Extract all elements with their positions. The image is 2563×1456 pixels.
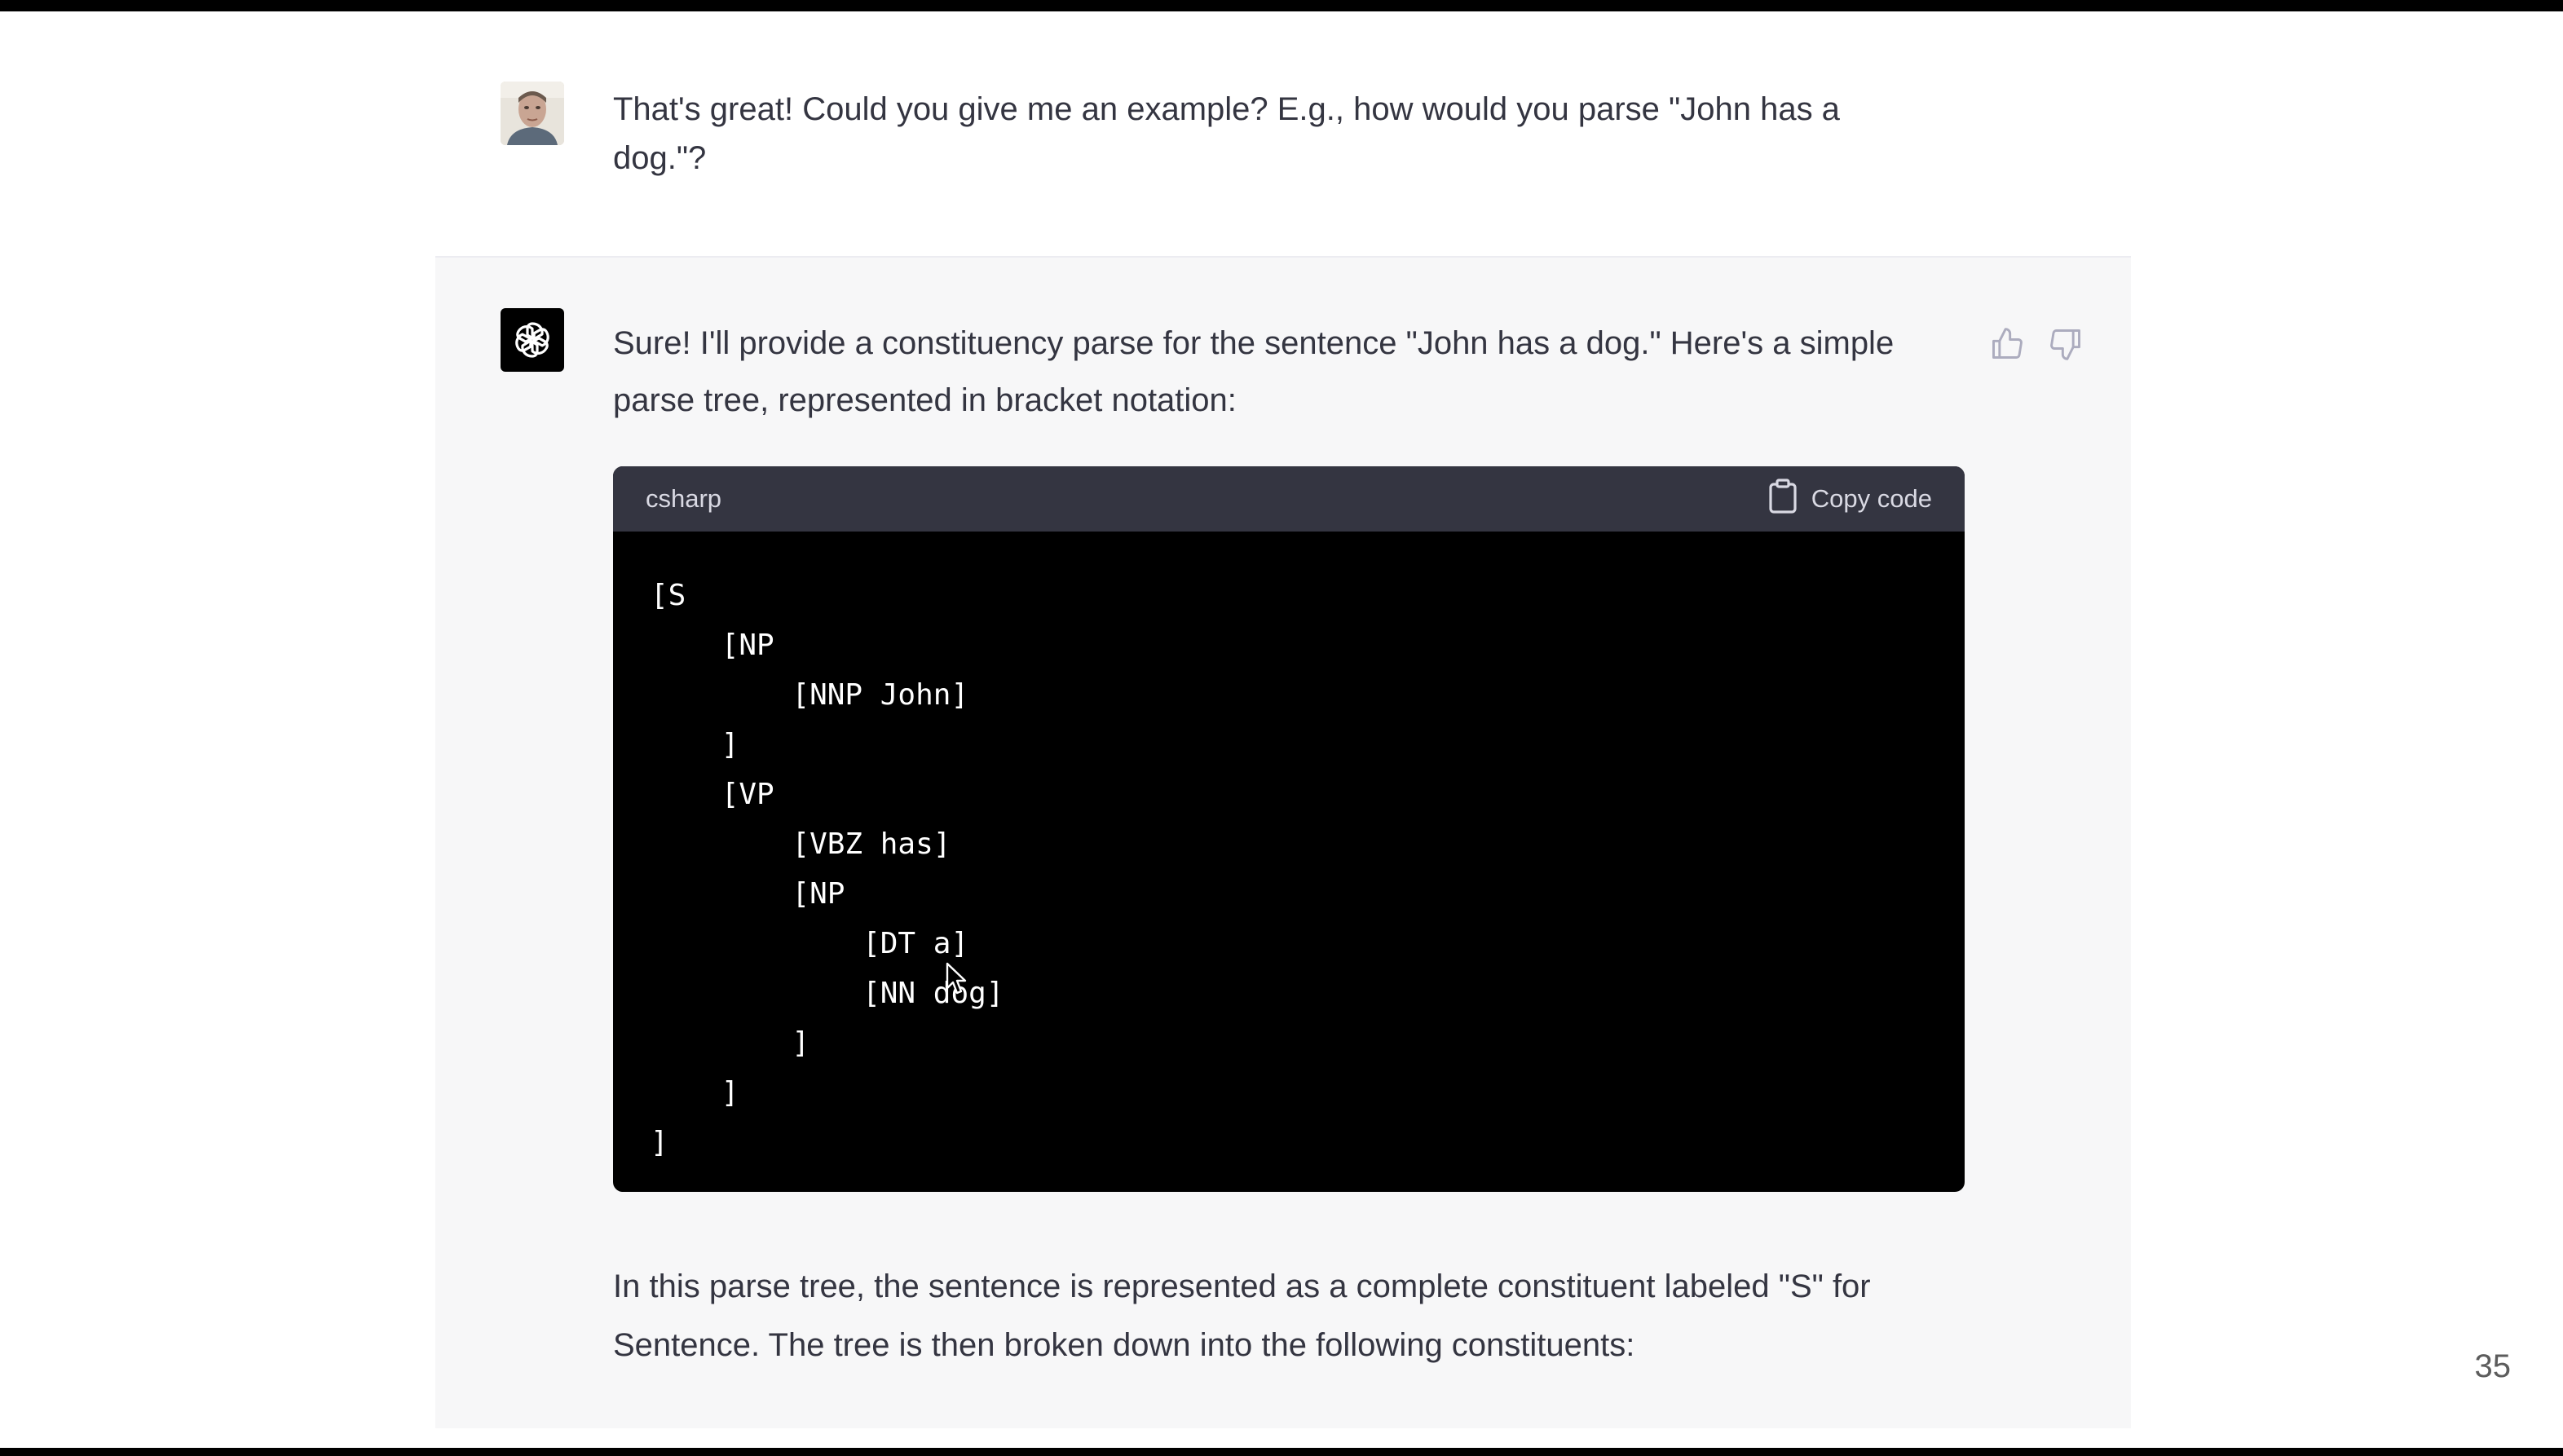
assistant-explanation-text: In this parse tree, the sentence is repr… bbox=[613, 1268, 1871, 1363]
openai-logo-icon bbox=[501, 308, 564, 372]
user-avatar bbox=[501, 82, 564, 145]
code-language-label: csharp bbox=[646, 484, 722, 513]
thumbs-up-icon[interactable] bbox=[1989, 326, 2025, 362]
mouse-pointer-icon bbox=[946, 962, 968, 1000]
copy-code-button[interactable]: Copy code bbox=[1767, 479, 1932, 518]
thumbs-down-icon[interactable] bbox=[2048, 326, 2084, 362]
clipboard-icon bbox=[1767, 478, 1798, 520]
copy-code-label: Copy code bbox=[1811, 484, 1932, 513]
user-avatar-image bbox=[501, 82, 564, 145]
slide: That's great! Could you give me an examp… bbox=[0, 11, 2563, 1448]
code-block-header: csharp Copy code bbox=[613, 466, 1965, 532]
assistant-message-row: Sure! I'll provide a constituency parse … bbox=[435, 256, 2131, 1428]
assistant-intro-text: Sure! I'll provide a constituency parse … bbox=[613, 325, 1895, 418]
user-message-row: That's great! Could you give me an examp… bbox=[0, 11, 2563, 256]
slide-number: 35 bbox=[2474, 1348, 2512, 1384]
user-message-text: That's great! Could you give me an examp… bbox=[613, 91, 1840, 176]
code-content[interactable]: [S [NP [NNP John] ] [VP [VBZ has] [NP [D… bbox=[651, 571, 1004, 1167]
code-block: csharp Copy code [S [NP [NNP John] ] [VP… bbox=[613, 466, 1965, 1192]
